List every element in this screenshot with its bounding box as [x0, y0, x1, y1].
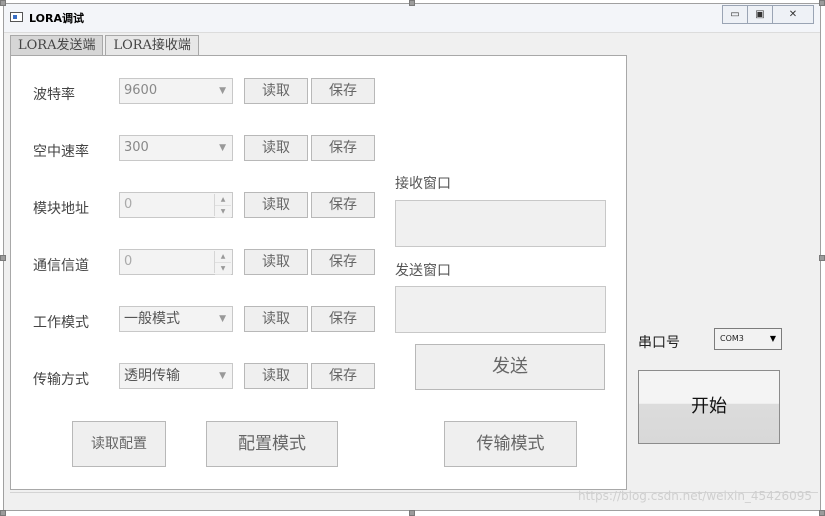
chevron-down-icon: ▼	[219, 371, 226, 381]
channel-value: 0	[124, 254, 133, 269]
air-rate-save-button[interactable]: 保存	[311, 135, 375, 161]
channel-save-button[interactable]: 保存	[311, 249, 375, 275]
read-config-button[interactable]: 读取配置	[72, 421, 166, 467]
transfer-method-label: 传输方式	[33, 372, 89, 388]
stepper-up-icon[interactable]: ▲	[215, 251, 231, 263]
resize-handle[interactable]	[819, 0, 825, 6]
transfer-method-select[interactable]: 透明传输 ▼	[119, 363, 233, 389]
module-address-read-button[interactable]: 读取	[244, 192, 308, 218]
receive-window-textbox[interactable]	[395, 200, 606, 247]
resize-handle[interactable]	[409, 0, 415, 6]
stepper-down-icon[interactable]: ▼	[215, 206, 231, 218]
stepper-down-icon[interactable]: ▼	[215, 263, 231, 275]
resize-handle[interactable]	[409, 510, 415, 516]
chevron-down-icon: ▼	[219, 143, 226, 153]
stepper-up-icon[interactable]: ▲	[215, 194, 231, 206]
transfer-method-save-button[interactable]: 保存	[311, 363, 375, 389]
resize-handle[interactable]	[819, 255, 825, 261]
baud-rate-value: 9600	[124, 83, 158, 98]
resize-handle[interactable]	[0, 510, 6, 516]
channel-label: 通信信道	[33, 258, 89, 274]
minimize-icon[interactable]: ▭	[722, 5, 748, 24]
work-mode-save-button[interactable]: 保存	[311, 306, 375, 332]
stepper-buttons: ▲ ▼	[214, 251, 231, 275]
tab-bar: LORA发送端 LORA接收端	[10, 35, 199, 56]
module-address-stepper[interactable]: 0 ▲ ▼	[119, 192, 233, 218]
baud-rate-save-button[interactable]: 保存	[311, 78, 375, 104]
work-mode-value: 一般模式	[124, 311, 180, 327]
transfer-method-value: 透明传输	[124, 368, 180, 384]
receive-window-label: 接收窗口	[395, 176, 451, 192]
baud-rate-read-button[interactable]: 读取	[244, 78, 308, 104]
chevron-down-icon: ▼	[219, 86, 226, 96]
air-rate-label: 空中速率	[33, 144, 89, 160]
serial-port-value: COM3	[720, 334, 744, 343]
work-mode-read-button[interactable]: 读取	[244, 306, 308, 332]
module-address-label: 模块地址	[33, 201, 89, 217]
chevron-down-icon: ▼	[219, 314, 226, 324]
transfer-method-read-button[interactable]: 读取	[244, 363, 308, 389]
baud-rate-select[interactable]: 9600 ▼	[119, 78, 233, 104]
work-mode-label: 工作模式	[33, 315, 89, 331]
module-address-save-button[interactable]: 保存	[311, 192, 375, 218]
stepper-buttons: ▲ ▼	[214, 194, 231, 218]
window-controls: ▭ ▣ ✕	[722, 5, 814, 24]
tab-lora-sender[interactable]: LORA发送端	[10, 35, 104, 56]
app-icon	[10, 12, 23, 22]
watermark-text: https://blog.csdn.net/weixin_45426095	[577, 489, 812, 503]
serial-port-select[interactable]: COM3 ▼	[714, 328, 782, 350]
send-button[interactable]: 发送	[415, 344, 605, 390]
resize-handle[interactable]	[0, 0, 6, 6]
close-icon[interactable]: ✕	[772, 5, 814, 24]
serial-port-label: 串口号	[638, 335, 680, 351]
work-mode-select[interactable]: 一般模式 ▼	[119, 306, 233, 332]
tab-lora-receiver[interactable]: LORA接收端	[105, 35, 199, 56]
start-button[interactable]: 开始	[638, 370, 780, 444]
chevron-down-icon: ▼	[769, 334, 776, 343]
send-window-label: 发送窗口	[395, 263, 451, 279]
maximize-icon[interactable]: ▣	[747, 5, 773, 24]
window-title: LORA调试	[29, 12, 84, 25]
main-window: LORA调试 ▭ ▣ ✕ LORA发送端 LORA接收端 波特率 9600 ▼ …	[3, 3, 821, 511]
config-mode-button[interactable]: 配置模式	[206, 421, 338, 467]
baud-rate-label: 波特率	[33, 87, 75, 103]
resize-handle[interactable]	[0, 255, 6, 261]
channel-read-button[interactable]: 读取	[244, 249, 308, 275]
channel-stepper[interactable]: 0 ▲ ▼	[119, 249, 233, 275]
module-address-value: 0	[124, 197, 133, 212]
title-bar: LORA调试 ▭ ▣ ✕	[4, 4, 820, 33]
sender-panel: 波特率 9600 ▼ 读取 保存 空中速率 300 ▼ 读取 保存 模块地址 0…	[10, 55, 627, 490]
air-rate-value: 300	[124, 140, 149, 155]
transfer-mode-button[interactable]: 传输模式	[444, 421, 577, 467]
air-rate-read-button[interactable]: 读取	[244, 135, 308, 161]
send-window-textbox[interactable]	[395, 286, 606, 333]
air-rate-select[interactable]: 300 ▼	[119, 135, 233, 161]
resize-handle[interactable]	[819, 510, 825, 516]
